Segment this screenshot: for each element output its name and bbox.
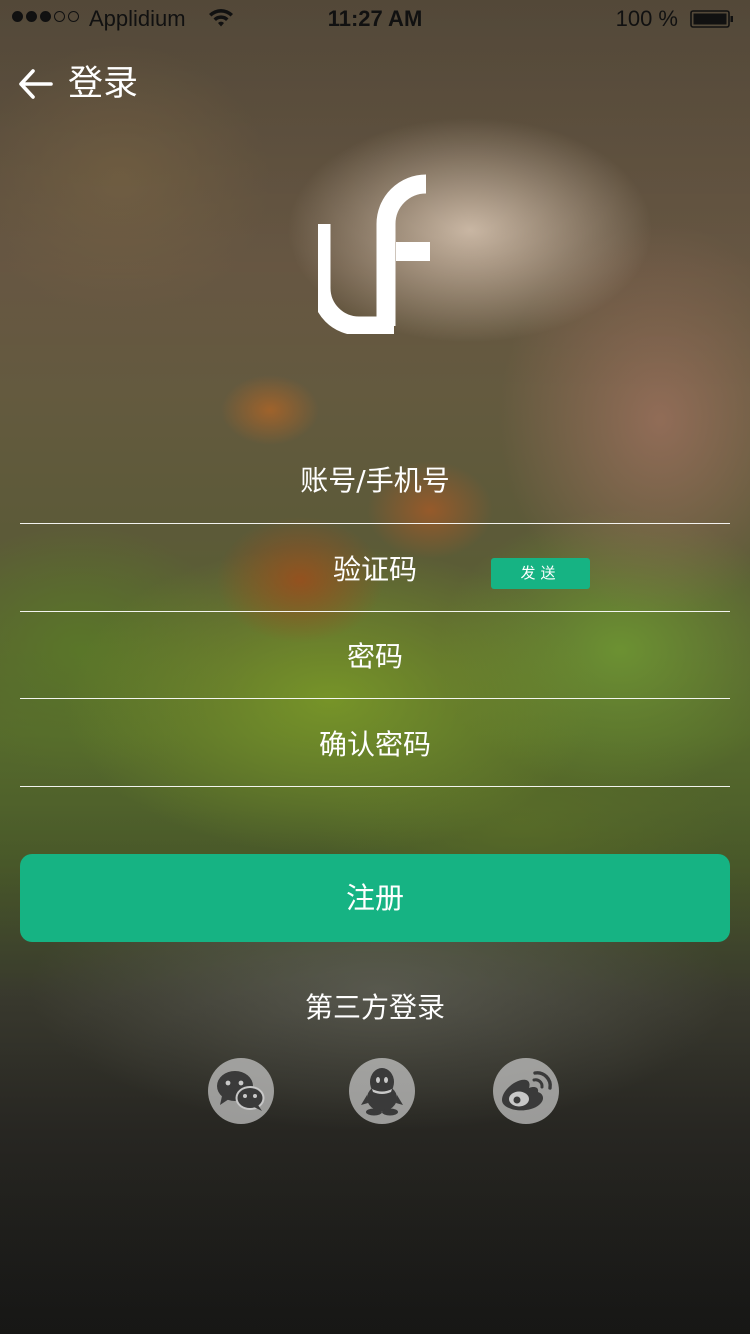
verification-code-field[interactable]: 验证码 发送 <box>20 525 730 612</box>
qq-login-button[interactable] <box>349 1058 415 1124</box>
account-field[interactable]: 账号/手机号 <box>20 437 730 524</box>
weibo-icon <box>502 1071 552 1111</box>
confirm-password-placeholder: 确认密码 <box>318 728 431 761</box>
qq-icon <box>361 1068 403 1116</box>
wechat-login-button[interactable] <box>208 1058 274 1124</box>
send-code-button[interactable]: 发送 <box>491 558 590 589</box>
wechat-icon <box>217 1071 265 1111</box>
battery-percentage: 100 % <box>615 6 678 31</box>
status-bar: Applidium 11:27 AM 100 % <box>0 0 750 40</box>
account-placeholder: 账号/手机号 <box>300 464 450 497</box>
page-title: 登录 <box>68 64 139 104</box>
verification-code-placeholder: 验证码 <box>332 553 417 586</box>
third-party-login-title: 第三方登录 <box>304 991 445 1024</box>
password-field[interactable]: 密码 <box>20 612 730 699</box>
confirm-password-field[interactable]: 确认密码 <box>20 700 730 787</box>
back-arrow-icon[interactable] <box>18 66 54 102</box>
login-screen: Applidium 11:27 AM 100 % 登录 账号/手机号 验证码 发… <box>0 0 750 1334</box>
battery-icon <box>690 10 733 28</box>
app-logo <box>318 174 430 334</box>
weibo-login-button[interactable] <box>493 1058 559 1124</box>
register-button[interactable]: 注册 <box>20 854 730 942</box>
password-placeholder: 密码 <box>346 640 403 673</box>
